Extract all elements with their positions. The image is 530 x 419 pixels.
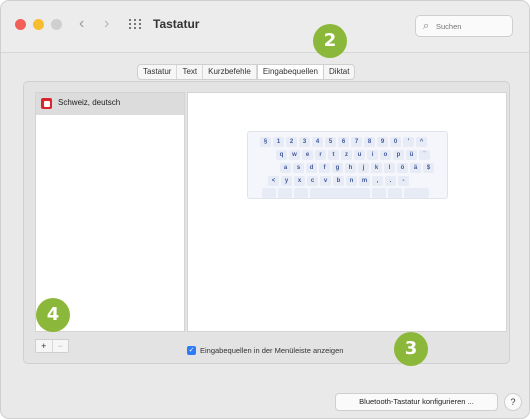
key: f bbox=[319, 163, 330, 173]
key: r bbox=[315, 150, 326, 160]
key: q bbox=[276, 150, 287, 160]
key: l bbox=[384, 163, 395, 173]
key: n bbox=[346, 176, 357, 186]
search-input[interactable] bbox=[436, 19, 508, 33]
key: w bbox=[289, 150, 300, 160]
key: $ bbox=[423, 163, 434, 173]
tab-bar: Tastatur Text Kurzbefehle Eingabequellen… bbox=[137, 64, 356, 80]
list-add-remove-controls: + − bbox=[35, 339, 69, 353]
show-in-menu-bar-option[interactable]: ✓ Eingabequellen in der Menüleiste anzei… bbox=[187, 344, 343, 356]
callout-4: 4 bbox=[36, 298, 70, 332]
key bbox=[294, 188, 308, 198]
back-button[interactable]: ‹ bbox=[79, 15, 84, 33]
forward-button[interactable]: › bbox=[104, 15, 109, 33]
key: ' bbox=[403, 137, 414, 147]
key: 1 bbox=[273, 137, 284, 147]
key: u bbox=[354, 150, 365, 160]
keyboard-row-1: § 1 2 3 4 5 6 7 8 9 0 ' ^ bbox=[260, 137, 427, 147]
key: m bbox=[359, 176, 370, 186]
keyboard-layout-preview: § 1 2 3 4 5 6 7 8 9 0 ' ^ q w e r t z u … bbox=[247, 131, 448, 199]
key: b bbox=[333, 176, 344, 186]
key bbox=[278, 188, 292, 198]
window-title: Tastatur bbox=[153, 17, 200, 31]
key: y bbox=[281, 176, 292, 186]
key: g bbox=[332, 163, 343, 173]
minimize-button[interactable] bbox=[33, 19, 44, 30]
key: k bbox=[371, 163, 382, 173]
key: z bbox=[341, 150, 352, 160]
key: 2 bbox=[286, 137, 297, 147]
key: ö bbox=[397, 163, 408, 173]
close-button[interactable] bbox=[15, 19, 26, 30]
callout-3: 3 bbox=[394, 332, 428, 366]
show-in-menu-bar-checkbox[interactable]: ✓ bbox=[187, 345, 196, 355]
key: 7 bbox=[351, 137, 362, 147]
keyboard-row-2: q w e r t z u i o p ü ¨ bbox=[276, 150, 430, 160]
show-in-menu-bar-label: Eingabequellen in der Menüleiste anzeige… bbox=[200, 345, 344, 355]
titlebar: ‹ › Tastatur ⌕ bbox=[1, 1, 529, 53]
tab-eingabequellen[interactable]: Eingabequellen bbox=[256, 65, 325, 79]
keyboard-preview-panel bbox=[187, 92, 507, 332]
spacebar-key bbox=[310, 188, 370, 198]
add-button[interactable]: + bbox=[36, 340, 52, 352]
key: . bbox=[385, 176, 396, 186]
key: e bbox=[302, 150, 313, 160]
key: c bbox=[307, 176, 318, 186]
key: ü bbox=[406, 150, 417, 160]
key: ¨ bbox=[419, 150, 430, 160]
key: j bbox=[358, 163, 369, 173]
remove-button[interactable]: − bbox=[51, 340, 69, 352]
key: 8 bbox=[364, 137, 375, 147]
key: s bbox=[293, 163, 304, 173]
tab-tastatur[interactable]: Tastatur bbox=[138, 65, 178, 79]
key: o bbox=[380, 150, 391, 160]
callout-2: 2 bbox=[313, 24, 347, 58]
swiss-flag-icon bbox=[41, 98, 52, 109]
key bbox=[262, 188, 276, 198]
zoom-button[interactable] bbox=[51, 19, 62, 30]
keyboard-row-5 bbox=[262, 188, 429, 198]
key: v bbox=[320, 176, 331, 186]
key: < bbox=[268, 176, 279, 186]
key: 4 bbox=[312, 137, 323, 147]
key: p bbox=[393, 150, 404, 160]
tab-text[interactable]: Text bbox=[177, 65, 204, 79]
keyboard-row-4: < y x c v b n m , . - bbox=[268, 176, 409, 186]
key: ä bbox=[410, 163, 421, 173]
key bbox=[388, 188, 402, 198]
key: 0 bbox=[390, 137, 401, 147]
key: t bbox=[328, 150, 339, 160]
help-button[interactable]: ? bbox=[504, 393, 522, 411]
preferences-window: ‹ › Tastatur ⌕ Tastatur Text Kurzbefehle… bbox=[0, 0, 530, 419]
key: 3 bbox=[299, 137, 310, 147]
show-all-grid-icon[interactable] bbox=[129, 19, 141, 30]
key: d bbox=[306, 163, 317, 173]
key: 5 bbox=[325, 137, 336, 147]
key: a bbox=[280, 163, 291, 173]
key bbox=[372, 188, 386, 198]
bluetooth-keyboard-setup-button[interactable]: Bluetooth-Tastatur konfigurieren ... bbox=[335, 393, 498, 411]
key: i bbox=[367, 150, 378, 160]
key: , bbox=[372, 176, 383, 186]
search-icon: ⌕ bbox=[423, 20, 430, 32]
tab-diktat[interactable]: Diktat bbox=[324, 65, 354, 79]
search-field[interactable]: ⌕ bbox=[415, 15, 513, 37]
input-source-list: Schweiz, deutsch bbox=[35, 92, 185, 332]
list-item-label: Schweiz, deutsch bbox=[58, 98, 121, 107]
key: 6 bbox=[338, 137, 349, 147]
tab-kurzbefehle[interactable]: Kurzbefehle bbox=[203, 65, 257, 79]
key bbox=[404, 188, 429, 198]
key: ^ bbox=[416, 137, 427, 147]
key: § bbox=[260, 137, 271, 147]
key: - bbox=[398, 176, 409, 186]
key: x bbox=[294, 176, 305, 186]
keyboard-row-3: a s d f g h j k l ö ä $ bbox=[280, 163, 434, 173]
list-item-schweiz-deutsch[interactable]: Schweiz, deutsch bbox=[36, 93, 184, 115]
key: h bbox=[345, 163, 356, 173]
key: 9 bbox=[377, 137, 388, 147]
